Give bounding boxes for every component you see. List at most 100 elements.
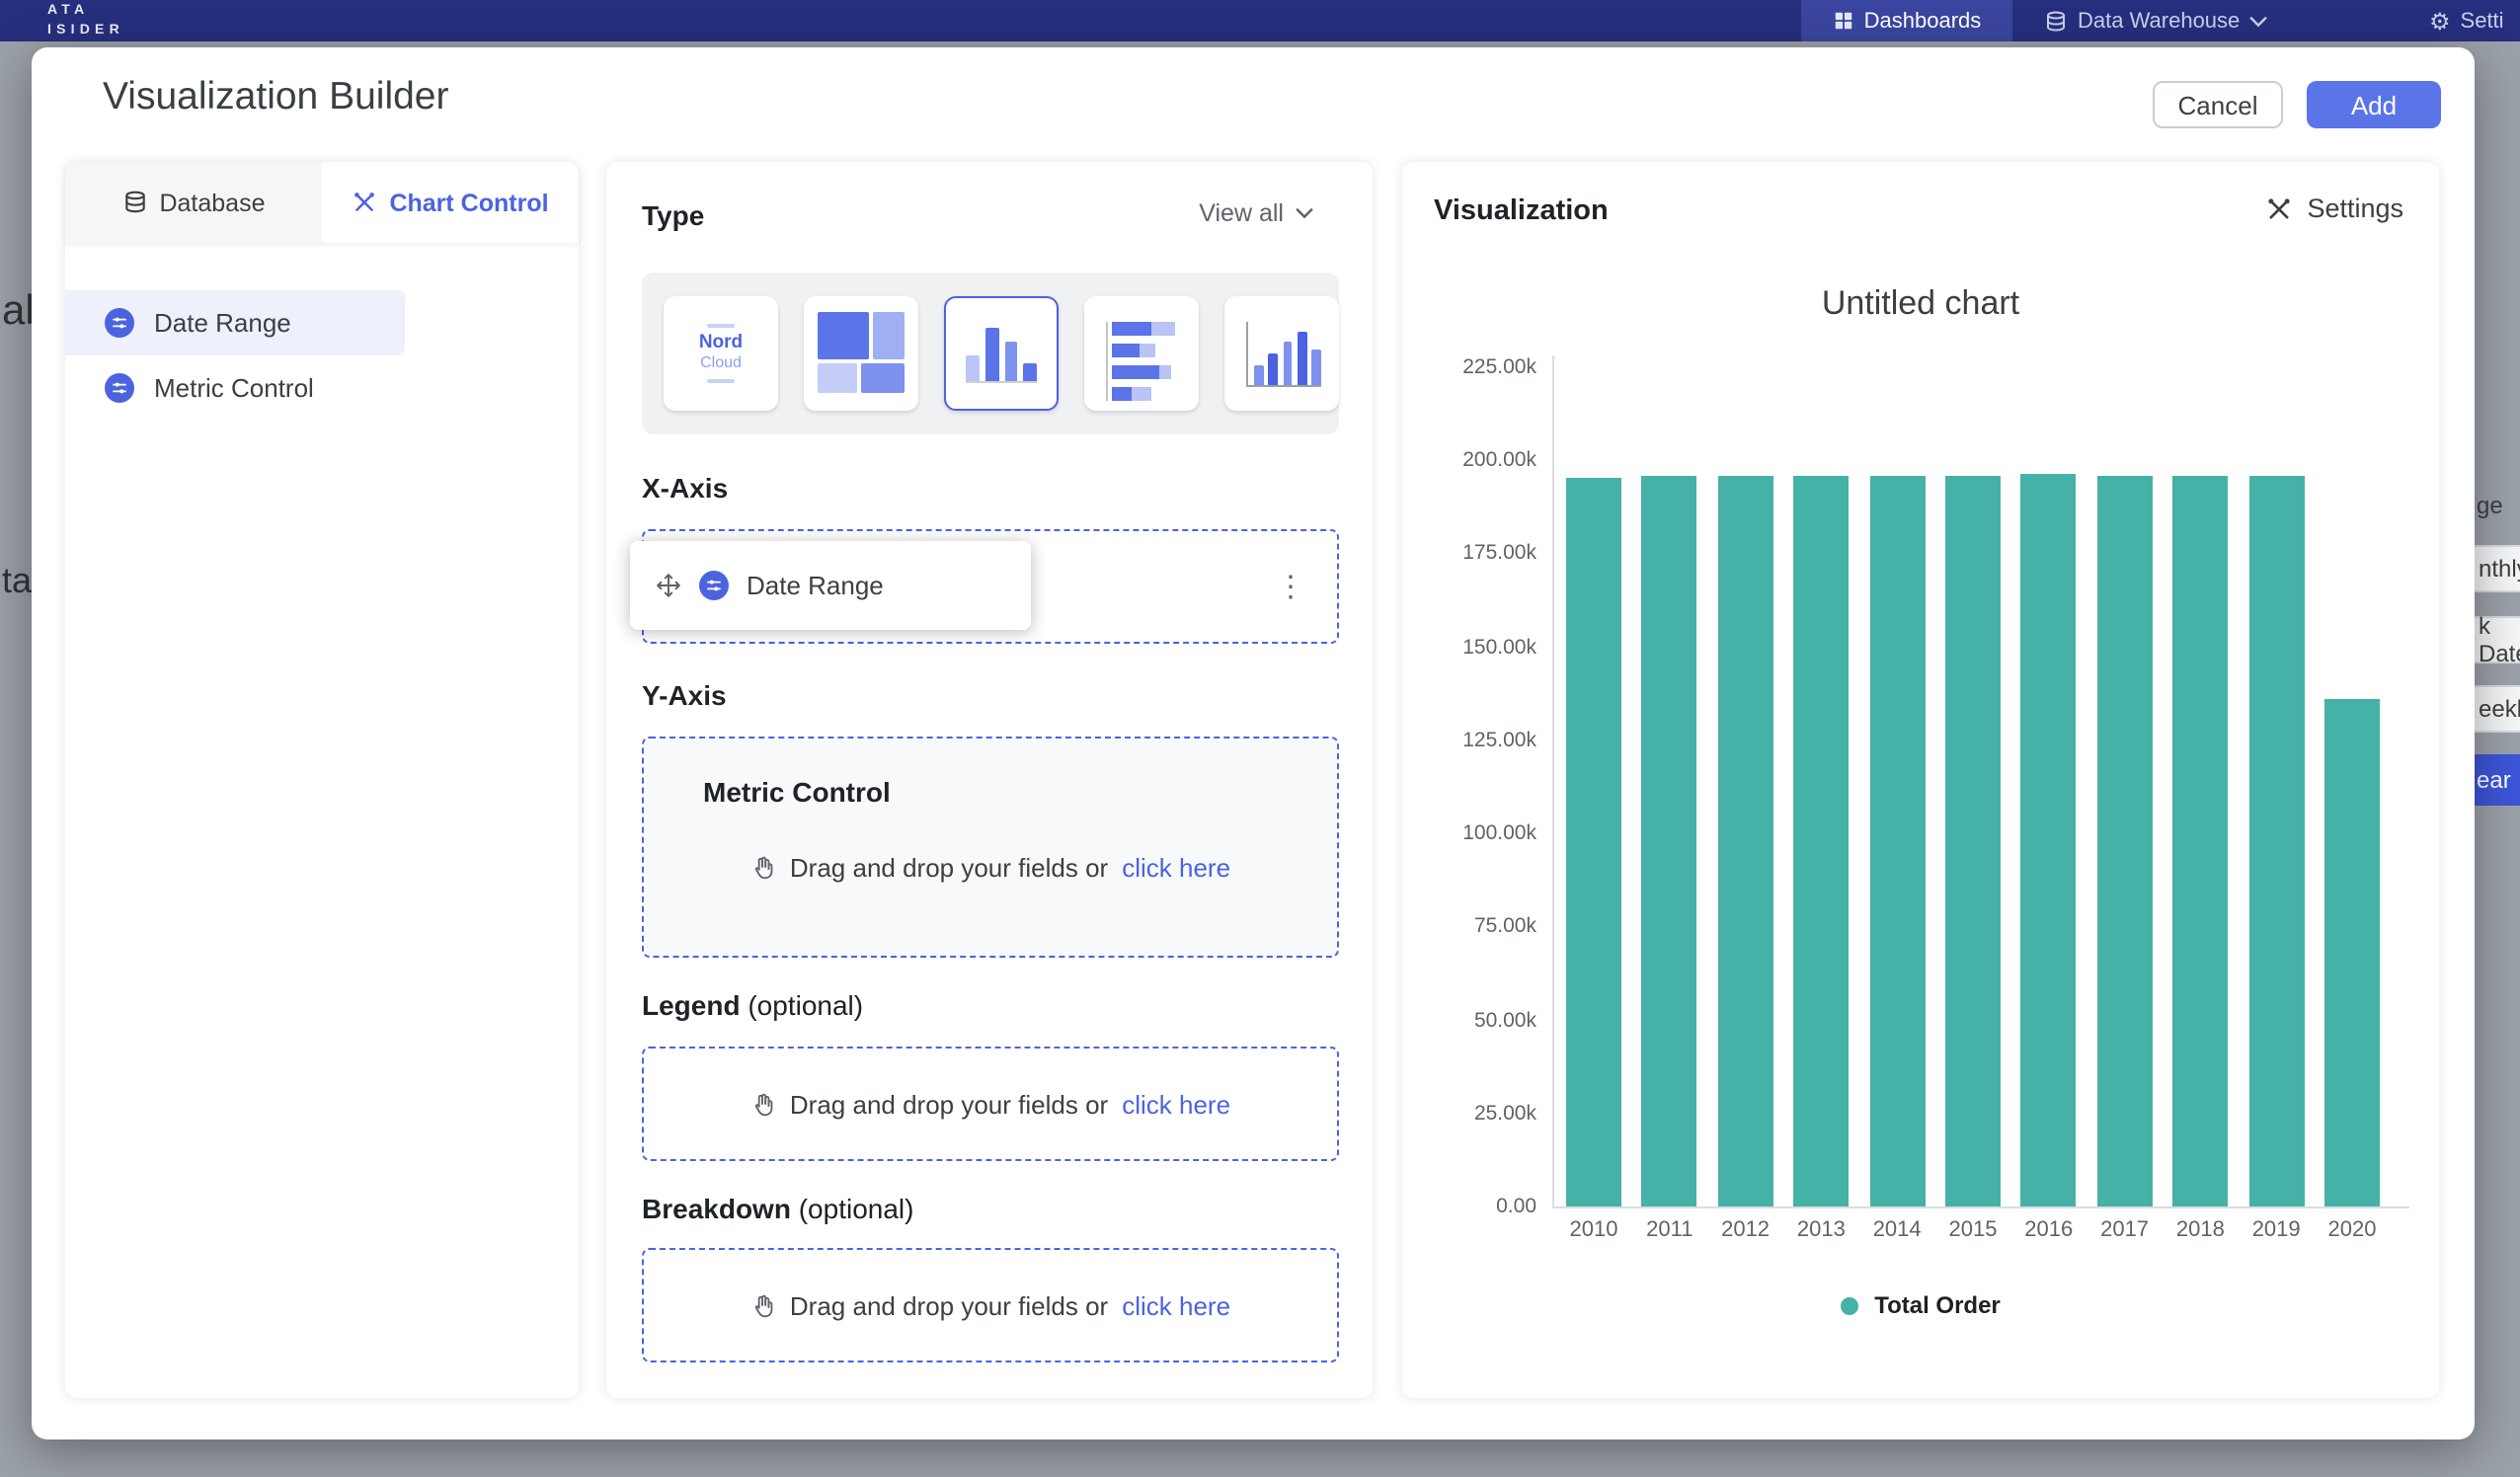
hand-drag-icon (750, 1091, 776, 1117)
app-logo: ATA ISIDER (47, 2, 124, 39)
legend-series-label: Total Order (1874, 1291, 2001, 1319)
field-list: Date Range Metric Control (65, 290, 579, 421)
bar-2013 (1793, 476, 1849, 1206)
legend-optional-text: (optional) (748, 989, 863, 1021)
x-tick-label: 2017 (2087, 1218, 2163, 1242)
x-tick-label: 2019 (2239, 1218, 2314, 1242)
view-all-button[interactable]: View all (1199, 199, 1313, 227)
y-tick-label: 100.00k (1402, 821, 1536, 845)
tab-chart-control[interactable]: Chart Control (322, 162, 579, 243)
nav-dashboards[interactable]: Dashboards (1801, 0, 2012, 41)
chart-type-column-selected[interactable] (944, 296, 1059, 411)
bar-2016 (2021, 475, 2077, 1206)
settings-tools-icon (2265, 194, 2293, 222)
chart-type-word-cloud[interactable]: Nord Cloud (664, 296, 778, 411)
y-tick-label: 200.00k (1402, 448, 1536, 472)
x-tick-label: 2011 (1632, 1218, 1707, 1242)
dashboards-grid-icon (1833, 10, 1854, 32)
chart-x-axis: 2010201120122013201420152016201720182019… (1552, 1218, 2409, 1246)
field-item-date-range[interactable]: Date Range (65, 290, 405, 355)
chart-type-treemap[interactable] (804, 296, 918, 411)
chart-type-horizontal-bar[interactable] (1084, 296, 1199, 411)
nav-data-warehouse[interactable]: Data Warehouse (2044, 0, 2267, 41)
nav-settings[interactable]: ⚙ Setti (2429, 0, 2504, 41)
sliders-icon (699, 571, 729, 600)
breakdown-optional-text: (optional) (799, 1193, 914, 1224)
visualization-panel: Visualization Settings Untitled chart 22… (1402, 162, 2439, 1398)
breakdown-label-text: Breakdown (642, 1193, 791, 1224)
drop-hint-text: Drag and drop your fields or (790, 1089, 1108, 1119)
field-item-metric-control[interactable]: Metric Control (65, 355, 579, 421)
y-axis-dropzone[interactable]: Metric Control Drag and drop your fields… (642, 737, 1339, 958)
tab-database-label: Database (159, 189, 265, 216)
y-tick-label: 25.00k (1402, 1102, 1536, 1126)
hand-drag-icon (750, 1292, 776, 1318)
x-tick-label: 2014 (1859, 1218, 1934, 1242)
click-here-link[interactable]: click here (1122, 853, 1230, 883)
drop-hint-text: Drag and drop your fields or (790, 1290, 1108, 1320)
y-axis-section-label: Y-Axis (642, 679, 727, 711)
click-here-link[interactable]: click here (1122, 1089, 1230, 1119)
tab-database[interactable]: Database (65, 162, 322, 243)
field-item-label: Metric Control (154, 373, 314, 403)
bar-2014 (1869, 477, 1925, 1206)
y-tick-label: 150.00k (1402, 635, 1536, 659)
bar-2020 (2324, 700, 2380, 1206)
fields-panel: Database Chart Control Date Range Metric… (65, 162, 579, 1398)
y-tick-label: 0.00 (1402, 1195, 1536, 1218)
y-tick-label: 75.00k (1402, 915, 1536, 939)
settings-button[interactable]: Settings (2265, 194, 2403, 223)
x-tick-label: 2016 (2011, 1218, 2087, 1242)
backdrop-button-fragment: ear (2471, 754, 2520, 806)
word-cloud-main-text: Nord (699, 334, 743, 353)
y-tick-label: 175.00k (1402, 542, 1536, 566)
backdrop-text-fragment: ta (2, 561, 32, 602)
breakdown-dropzone[interactable]: Drag and drop your fields or click here (642, 1248, 1339, 1362)
nav-data-warehouse-label: Data Warehouse (2078, 9, 2240, 33)
x-axis-line (1552, 1206, 2409, 1208)
warehouse-database-icon (2044, 9, 2068, 33)
chart-y-axis: 225.00k200.00k175.00k150.00k125.00k100.0… (1402, 367, 1536, 1206)
chevron-down-icon (2249, 15, 2267, 27)
kebab-menu-icon[interactable]: ⋮ (1276, 531, 1305, 642)
bar-2015 (1945, 476, 2001, 1206)
chart-title: Untitled chart (1402, 284, 2439, 324)
database-icon (121, 190, 147, 215)
date-range-drag-chip[interactable]: Date Range (630, 541, 1031, 630)
legend-dot (1841, 1296, 1858, 1314)
bar-2011 (1642, 476, 1697, 1206)
y-tick-label: 225.00k (1402, 355, 1536, 379)
horizontal-bar-icon (1106, 322, 1175, 401)
visualization-builder-modal: Visualization Builder Cancel Add Databas… (32, 47, 2475, 1439)
x-tick-label: 2020 (2315, 1218, 2390, 1242)
legend-section-label: Legend (optional) (642, 989, 863, 1021)
tab-chart-control-label: Chart Control (389, 189, 548, 216)
hand-drag-icon (750, 855, 776, 881)
nav-dashboards-label: Dashboards (1864, 9, 1982, 33)
x-tick-label: 2013 (1783, 1218, 1858, 1242)
type-section-label: Type (642, 199, 704, 231)
click-here-link[interactable]: click here (1122, 1290, 1230, 1320)
bar-2018 (2172, 476, 2228, 1206)
logo-line-1: ATA (47, 2, 124, 21)
x-tick-label: 2012 (1708, 1218, 1783, 1242)
backdrop-select-fragment: eekly (2471, 685, 2520, 733)
add-button[interactable]: Add (2307, 81, 2441, 128)
bar-2012 (1718, 475, 1773, 1206)
nav-settings-label: Setti (2461, 9, 2504, 33)
column-chart-icon (966, 326, 1037, 383)
builder-panel: Type View all Nord Cloud (606, 162, 1373, 1398)
modal-title: Visualization Builder (103, 75, 449, 120)
field-item-label: Date Range (154, 308, 291, 338)
x-tick-label: 2018 (2163, 1218, 2238, 1242)
legend-dropzone[interactable]: Drag and drop your fields or click here (642, 1047, 1339, 1161)
x-tick-label: 2010 (1556, 1218, 1631, 1242)
x-axis-dropzone[interactable]: Date Range ⋮ (642, 529, 1339, 644)
view-all-label: View all (1199, 199, 1284, 227)
backdrop-select-fragment: nthly (2471, 545, 2520, 592)
cancel-button[interactable]: Cancel (2153, 81, 2283, 128)
chart-type-column-axis[interactable] (1224, 296, 1339, 411)
move-icon[interactable] (656, 573, 681, 598)
y-tick-label: 125.00k (1402, 729, 1536, 752)
bar-2010 (1566, 477, 1621, 1206)
